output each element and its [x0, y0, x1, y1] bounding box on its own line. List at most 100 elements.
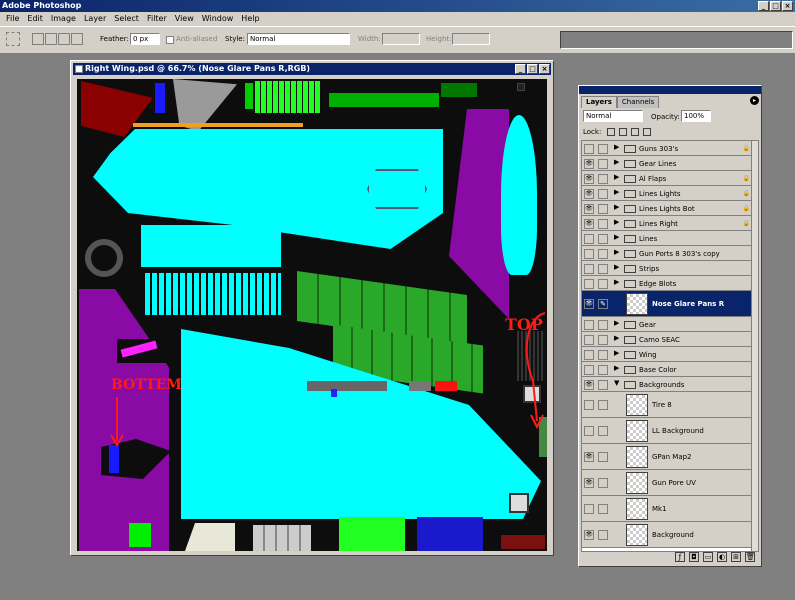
expand-right-icon[interactable]: ▶ — [614, 188, 619, 196]
expand-right-icon[interactable]: ▶ — [614, 173, 619, 181]
feather-input[interactable]: 0 px — [130, 33, 160, 45]
adjustment-layer-icon[interactable]: ◐ — [717, 552, 727, 562]
link-brush-icon[interactable] — [598, 478, 608, 488]
expand-right-icon[interactable]: ▶ — [614, 143, 619, 151]
layer-row[interactable]: 👁 ▶ Lines Right 🔒 — [582, 216, 752, 231]
layer-row[interactable]: 👁 ▼ Backgrounds — [582, 377, 752, 392]
menu-image[interactable]: Image — [47, 12, 80, 26]
menu-select[interactable]: Select — [110, 12, 143, 26]
menu-file[interactable]: File — [2, 12, 23, 26]
tab-layers[interactable]: Layers — [581, 96, 617, 108]
expand-right-icon[interactable]: ▶ — [614, 248, 619, 256]
visibility-eye-icon[interactable]: 👁 — [584, 204, 594, 214]
lock-image-icon[interactable] — [619, 128, 627, 136]
layer-row[interactable]: ▶ Edge Blots — [582, 276, 752, 291]
antialiased-checkbox[interactable] — [166, 36, 174, 44]
layer-row[interactable]: ▶ Base Color — [582, 362, 752, 377]
menu-filter[interactable]: Filter — [143, 12, 171, 26]
app-maximize-button[interactable]: □ — [770, 1, 781, 11]
link-brush-icon[interactable] — [598, 174, 608, 184]
link-brush-icon[interactable] — [598, 350, 608, 360]
app-minimize-button[interactable]: _ — [758, 1, 769, 11]
layer-row[interactable]: LL Background — [582, 418, 752, 444]
layer-row[interactable]: ▶ Camo SEAC — [582, 332, 752, 347]
layer-row[interactable]: 👁 ▶ Lines Lights 🔒 — [582, 186, 752, 201]
expand-down-icon[interactable]: ▼ — [614, 379, 619, 387]
visibility-eye-icon[interactable]: 👁 — [584, 380, 594, 390]
lock-transparency-icon[interactable] — [607, 128, 615, 136]
layer-row[interactable]: 👁 Gun Pore UV — [582, 470, 752, 496]
palette-menu-icon[interactable]: ▸ — [750, 96, 759, 105]
subtract-selection-icon[interactable] — [58, 33, 70, 45]
layer-row[interactable]: ▶ Strips — [582, 261, 752, 276]
visibility-eye-icon[interactable]: 👁 — [584, 189, 594, 199]
new-set-icon[interactable]: ▭ — [703, 552, 713, 562]
link-brush-icon[interactable]: ✎ — [598, 299, 608, 309]
link-brush-icon[interactable] — [598, 380, 608, 390]
expand-right-icon[interactable]: ▶ — [614, 233, 619, 241]
palette-title-bar[interactable] — [579, 86, 761, 94]
trash-icon[interactable]: 🗑 — [745, 552, 755, 562]
link-brush-icon[interactable] — [598, 335, 608, 345]
image-canvas[interactable]: TOP BOTTEM — [77, 79, 547, 551]
link-brush-icon[interactable] — [598, 264, 608, 274]
new-selection-icon[interactable] — [32, 33, 44, 45]
visibility-eye-icon[interactable]: 👁 — [584, 478, 594, 488]
link-brush-icon[interactable] — [598, 249, 608, 259]
link-brush-icon[interactable] — [598, 189, 608, 199]
expand-right-icon[interactable]: ▶ — [614, 263, 619, 271]
visibility-eye-icon[interactable] — [584, 365, 594, 375]
link-brush-icon[interactable] — [598, 530, 608, 540]
link-brush-icon[interactable] — [598, 400, 608, 410]
link-brush-icon[interactable] — [598, 426, 608, 436]
link-brush-icon[interactable] — [598, 144, 608, 154]
layer-row[interactable]: 👁 Background — [582, 522, 752, 548]
layer-mask-icon[interactable]: ◘ — [689, 552, 699, 562]
visibility-eye-icon[interactable] — [584, 504, 594, 514]
menu-edit[interactable]: Edit — [23, 12, 47, 26]
link-brush-icon[interactable] — [598, 452, 608, 462]
layer-row[interactable]: Mk1 — [582, 496, 752, 522]
link-brush-icon[interactable] — [598, 365, 608, 375]
layer-list-scrollbar[interactable] — [751, 140, 759, 552]
layer-row[interactable]: 👁 ▶ Lines Lights Bot 🔒 — [582, 201, 752, 216]
layer-row[interactable]: 👁 GPan Map2 — [582, 444, 752, 470]
layer-row[interactable]: ▶ Wing — [582, 347, 752, 362]
expand-right-icon[interactable]: ▶ — [614, 203, 619, 211]
link-brush-icon[interactable] — [598, 159, 608, 169]
tab-channels[interactable]: Channels — [616, 96, 660, 108]
visibility-eye-icon[interactable] — [584, 249, 594, 259]
app-close-button[interactable]: × — [782, 1, 793, 11]
style-select[interactable]: Normal — [247, 33, 350, 45]
link-brush-icon[interactable] — [598, 320, 608, 330]
menu-layer[interactable]: Layer — [80, 12, 110, 26]
layer-row[interactable]: ▶ Lines — [582, 231, 752, 246]
visibility-eye-icon[interactable]: 👁 — [584, 452, 594, 462]
link-brush-icon[interactable] — [598, 504, 608, 514]
layer-row[interactable]: ▶ Gear — [582, 317, 752, 332]
doc-maximize-button[interactable]: □ — [527, 64, 538, 74]
add-selection-icon[interactable] — [45, 33, 57, 45]
layer-row[interactable]: Tire 8 — [582, 392, 752, 418]
lock-position-icon[interactable] — [631, 128, 639, 136]
visibility-eye-icon[interactable]: 👁 — [584, 219, 594, 229]
visibility-eye-icon[interactable]: 👁 — [584, 299, 594, 309]
visibility-eye-icon[interactable]: 👁 — [584, 530, 594, 540]
lock-all-icon[interactable] — [643, 128, 651, 136]
visibility-eye-icon[interactable] — [584, 335, 594, 345]
blend-mode-select[interactable]: Normal — [583, 110, 643, 122]
visibility-eye-icon[interactable]: 👁 — [584, 159, 594, 169]
visibility-eye-icon[interactable]: 👁 — [584, 174, 594, 184]
expand-right-icon[interactable]: ▶ — [614, 218, 619, 226]
layer-style-icon[interactable]: ƒ — [675, 552, 685, 562]
expand-right-icon[interactable]: ▶ — [614, 349, 619, 357]
visibility-eye-icon[interactable] — [584, 279, 594, 289]
menu-view[interactable]: View — [171, 12, 198, 26]
expand-right-icon[interactable]: ▶ — [614, 334, 619, 342]
layer-row[interactable]: 👁 ✎ Nose Glare Pans R — [582, 291, 752, 317]
layer-list[interactable]: ▶ Guns 303's 🔒 👁 ▶ Gear Lines 👁 ▶ Al Flaps 🔒 👁 ▶ Lin… — [581, 140, 753, 552]
intersect-selection-icon[interactable] — [71, 33, 83, 45]
visibility-eye-icon[interactable] — [584, 320, 594, 330]
layer-row[interactable]: 👁 ▶ Al Flaps 🔒 — [582, 171, 752, 186]
height-input[interactable] — [452, 33, 490, 45]
